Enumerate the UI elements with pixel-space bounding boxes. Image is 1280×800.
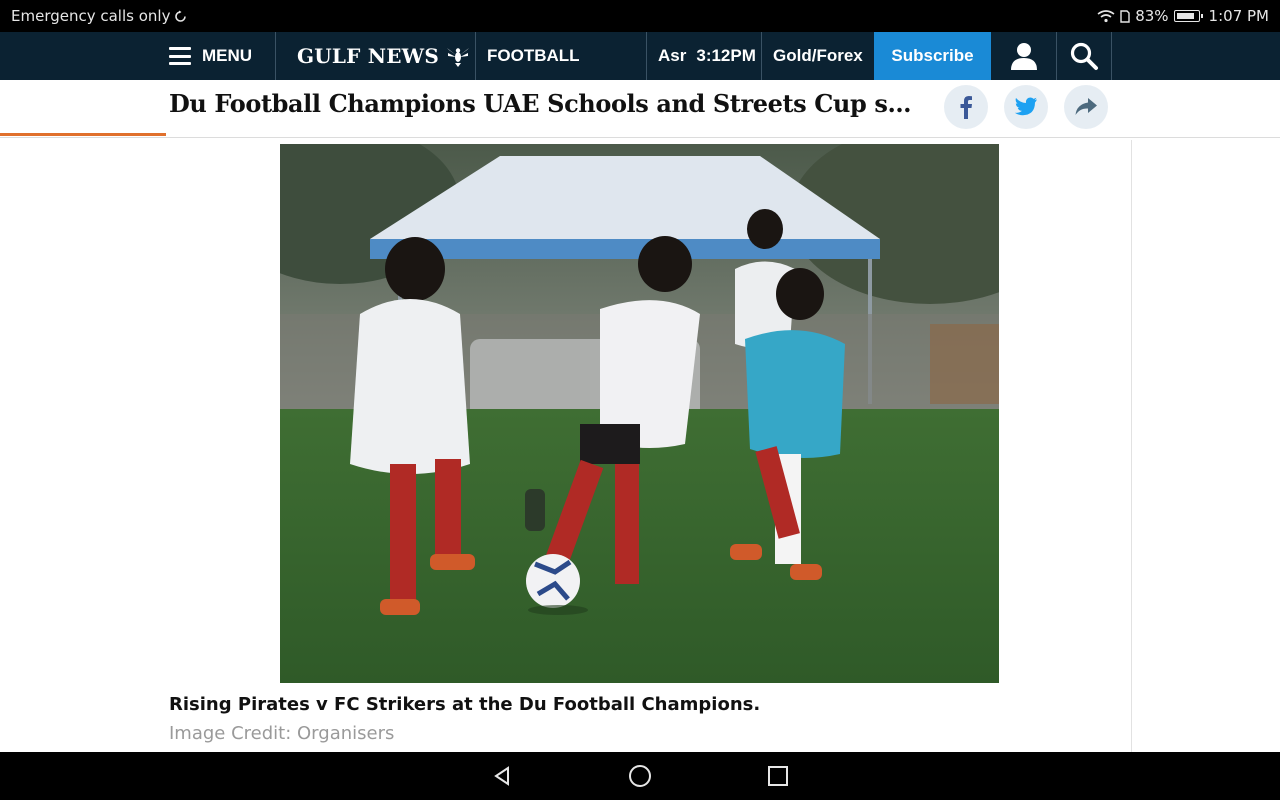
share-twitter-button[interactable]	[1004, 85, 1048, 129]
nav-divider	[475, 32, 476, 80]
sync-icon	[175, 10, 187, 22]
section-link-football[interactable]: FOOTBALL	[487, 32, 580, 80]
prayer-time-widget[interactable]: Asr 3:12PM	[658, 32, 756, 80]
status-right: 83% 1:07 PM	[1097, 7, 1269, 25]
sim-icon	[1120, 9, 1130, 23]
photo-caption: Rising Pirates v FC Strikers at the Du F…	[169, 694, 761, 715]
status-time: 1:07 PM	[1208, 7, 1269, 25]
gold-forex-label: Gold/Forex	[773, 46, 863, 65]
football-match-photo	[280, 144, 999, 683]
site-nav: MENU GULF NEWS FOOTBALL Asr 3:12PM Gold/…	[0, 32, 1280, 80]
carrier-status-text: Emergency calls only	[11, 7, 171, 25]
home-button[interactable]	[610, 752, 670, 800]
user-icon	[1011, 43, 1037, 70]
content-rule	[1131, 140, 1132, 752]
nav-divider	[1111, 32, 1112, 80]
android-nav-bar	[0, 752, 1280, 800]
gold-forex-link[interactable]: Gold/Forex	[773, 32, 863, 80]
back-icon	[494, 766, 509, 786]
home-icon	[629, 765, 651, 787]
wifi-icon	[1097, 10, 1115, 23]
nav-divider	[275, 32, 276, 80]
battery-icon	[1173, 10, 1203, 22]
facebook-icon	[960, 96, 972, 119]
subscribe-button[interactable]: Subscribe	[874, 32, 991, 80]
subscribe-label: Subscribe	[891, 46, 974, 65]
falcon-icon	[446, 48, 469, 67]
logo-text: GULF NEWS	[297, 44, 439, 68]
account-button[interactable]	[992, 32, 1056, 80]
article-headline: Du Football Champions UAE Schools and St…	[169, 89, 919, 118]
section-label: FOOTBALL	[487, 46, 580, 65]
photo-credit: Image Credit: Organisers	[169, 723, 395, 744]
nav-divider	[761, 32, 762, 80]
search-button[interactable]	[1057, 32, 1111, 80]
recents-icon	[768, 766, 788, 786]
share-icon	[1075, 98, 1097, 115]
menu-button[interactable]: MENU	[169, 32, 252, 80]
article-photo[interactable]	[280, 144, 999, 683]
nav-divider	[646, 32, 647, 80]
battery-percent: 83%	[1135, 7, 1169, 25]
share-more-button[interactable]	[1064, 85, 1108, 129]
menu-label: MENU	[202, 46, 253, 65]
share-facebook-button[interactable]	[944, 85, 988, 129]
prayer-time: 3:12PM	[696, 46, 756, 65]
twitter-icon	[1014, 97, 1037, 116]
menu-icon	[169, 47, 191, 65]
reading-progress-indicator	[0, 133, 166, 136]
status-left: Emergency calls only	[11, 7, 187, 25]
back-button[interactable]	[472, 752, 532, 800]
recents-button[interactable]	[748, 752, 808, 800]
headline-bar: Du Football Champions UAE Schools and St…	[0, 80, 1280, 138]
site-logo[interactable]: GULF NEWS	[297, 32, 471, 80]
search-icon	[1070, 42, 1098, 70]
status-bar: Emergency calls only 83% 1:07 PM	[0, 0, 1280, 32]
prayer-name: Asr	[658, 46, 687, 65]
